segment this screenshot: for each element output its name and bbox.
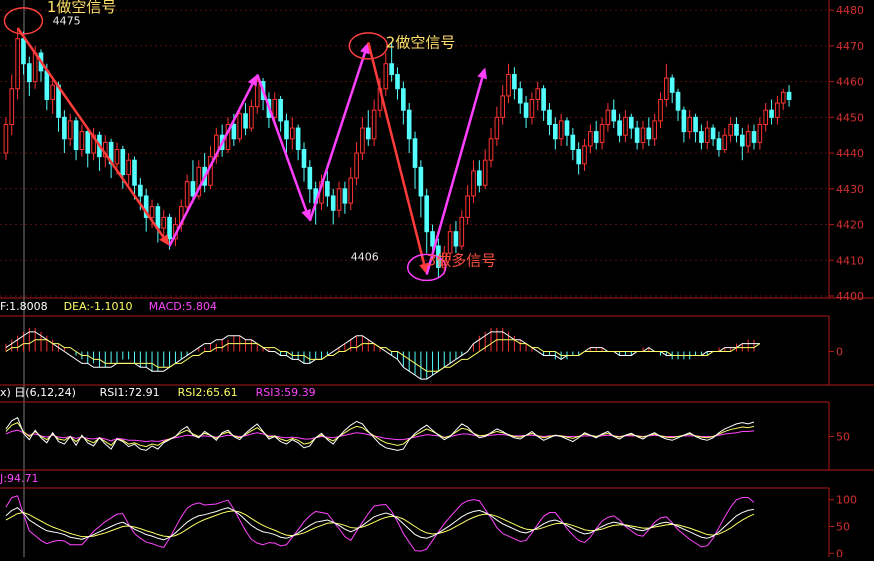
kdj-tick-label: 50 xyxy=(836,520,850,533)
rsi-tick-label: 50 xyxy=(836,431,850,444)
kdj-tick-label: 0 xyxy=(836,547,843,557)
rsi-legend: x) 日(6,12,24) RSI1:72.91 RSI2:65.61 RSI3:59… xyxy=(0,386,316,399)
price-tick-label: 4420 xyxy=(836,219,864,232)
indicator-legend-item: RSI1:72.91 xyxy=(100,386,160,399)
trading-chart: 4480 4470 4460 4450 4440 4430 4420 4410 4400 447… xyxy=(0,0,874,560)
price-tick-label: 4440 xyxy=(836,147,864,160)
price-label: 4475 xyxy=(53,14,81,27)
macd-legend: F:1.8008 DEA:-1.1010 MACD:5.804 xyxy=(0,300,217,313)
signal-annotation: 1做空信号 xyxy=(47,0,117,16)
candle xyxy=(15,28,20,100)
price-tick-label: 4430 xyxy=(836,183,864,196)
price-label: 4406 xyxy=(351,250,379,263)
macd-tick-label: 0 xyxy=(836,346,843,359)
price-tick-label: 4410 xyxy=(836,254,864,267)
signal-annotation: 3做多信号 xyxy=(427,252,497,270)
price-tick-label: 4470 xyxy=(836,40,864,53)
price-tick-label: 4460 xyxy=(836,76,864,89)
indicator-legend-item: J:94.71 xyxy=(0,472,38,485)
indicator-legend-item: DEA:-1.1010 xyxy=(64,300,133,313)
chart-svg: 4480 4470 4460 4450 4440 4430 4420 4410 4400 447… xyxy=(0,0,874,560)
indicator-legend-item: RSI2:65.61 xyxy=(178,386,238,399)
indicator-legend-item: F:1.8008 xyxy=(0,300,48,313)
indicator-legend-item: x) 日(6,12,24) xyxy=(0,386,76,399)
price-tick-label: 4450 xyxy=(836,111,864,124)
kdj-tick-label: 100 xyxy=(836,494,857,507)
kdj-legend: J:94.71 xyxy=(0,472,38,485)
signal-annotation: 2做空信号 xyxy=(386,34,456,52)
indicator-legend-item: RSI3:59.39 xyxy=(256,386,316,399)
indicator-legend-item: MACD:5.804 xyxy=(149,300,217,313)
price-tick-label: 4400 xyxy=(836,290,864,303)
price-tick-label: 4480 xyxy=(836,4,864,17)
